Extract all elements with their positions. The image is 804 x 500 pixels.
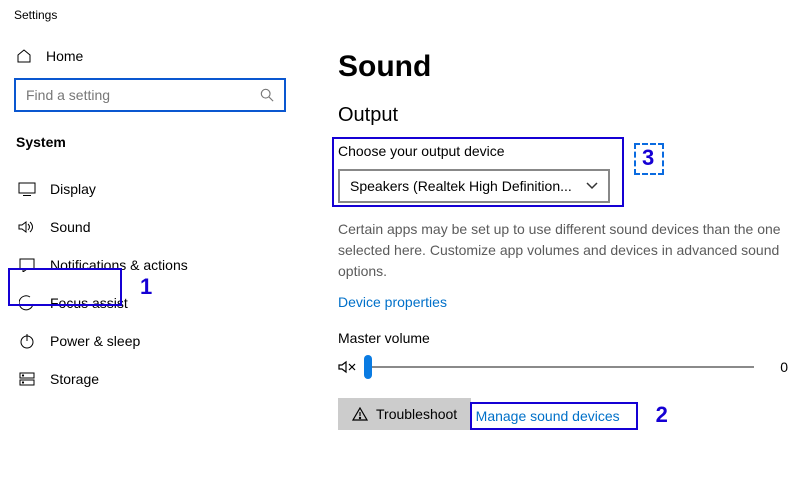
sidebar: Home System Display bbox=[0, 26, 300, 500]
focus-assist-icon bbox=[18, 295, 36, 311]
chevron-down-icon bbox=[586, 182, 598, 190]
dropdown-value: Speakers (Realtek High Definition... bbox=[350, 178, 572, 194]
speaker-muted-icon[interactable] bbox=[338, 358, 358, 376]
sidebar-section-title: System bbox=[14, 134, 286, 150]
volume-row: 0 bbox=[338, 358, 788, 376]
device-properties-link[interactable]: Device properties bbox=[338, 294, 447, 310]
master-volume-label: Master volume bbox=[338, 330, 788, 346]
sidebar-item-label: Focus assist bbox=[50, 295, 128, 311]
sidebar-item-label: Storage bbox=[50, 371, 99, 387]
power-icon bbox=[18, 333, 36, 349]
volume-value: 0 bbox=[764, 359, 788, 375]
sidebar-item-notifications[interactable]: Notifications & actions bbox=[14, 246, 286, 284]
troubleshoot-button[interactable]: Troubleshoot bbox=[338, 398, 471, 430]
sidebar-item-sound[interactable]: Sound bbox=[14, 208, 286, 246]
slider-thumb[interactable] bbox=[364, 355, 372, 379]
output-description: Certain apps may be set up to use differ… bbox=[338, 219, 786, 282]
sidebar-item-label: Display bbox=[50, 181, 96, 197]
output-device-dropdown[interactable]: Speakers (Realtek High Definition... bbox=[338, 169, 610, 203]
sidebar-item-focus-assist[interactable]: Focus assist bbox=[14, 284, 286, 322]
sidebar-item-label: Sound bbox=[50, 219, 90, 235]
search-input-container[interactable] bbox=[14, 78, 286, 112]
annotation-number-2: 2 bbox=[656, 402, 668, 428]
page-title: Sound bbox=[338, 50, 788, 84]
output-heading: Output bbox=[338, 104, 788, 127]
search-icon bbox=[260, 88, 274, 102]
storage-icon bbox=[18, 372, 36, 386]
sidebar-item-label: Power & sleep bbox=[50, 333, 140, 349]
manage-sound-devices-link[interactable]: Manage sound devices bbox=[476, 408, 620, 424]
content-area: Sound Output Choose your output device S… bbox=[300, 26, 804, 500]
sound-icon bbox=[18, 219, 36, 235]
volume-slider[interactable] bbox=[368, 366, 754, 368]
home-icon bbox=[16, 48, 32, 64]
notifications-icon bbox=[18, 258, 36, 272]
search-input[interactable] bbox=[26, 87, 260, 103]
sidebar-item-label: Notifications & actions bbox=[50, 257, 188, 273]
sidebar-item-display[interactable]: Display bbox=[14, 170, 286, 208]
sidebar-item-storage[interactable]: Storage bbox=[14, 360, 286, 398]
sidebar-home[interactable]: Home bbox=[14, 38, 286, 78]
window-titlebar: Settings bbox=[0, 0, 804, 26]
window-title: Settings bbox=[14, 8, 57, 22]
troubleshoot-label: Troubleshoot bbox=[376, 406, 457, 422]
display-icon bbox=[18, 182, 36, 196]
sidebar-item-power-sleep[interactable]: Power & sleep bbox=[14, 322, 286, 360]
choose-output-label: Choose your output device bbox=[338, 143, 788, 159]
sidebar-home-label: Home bbox=[46, 48, 83, 64]
warning-icon bbox=[352, 407, 368, 421]
